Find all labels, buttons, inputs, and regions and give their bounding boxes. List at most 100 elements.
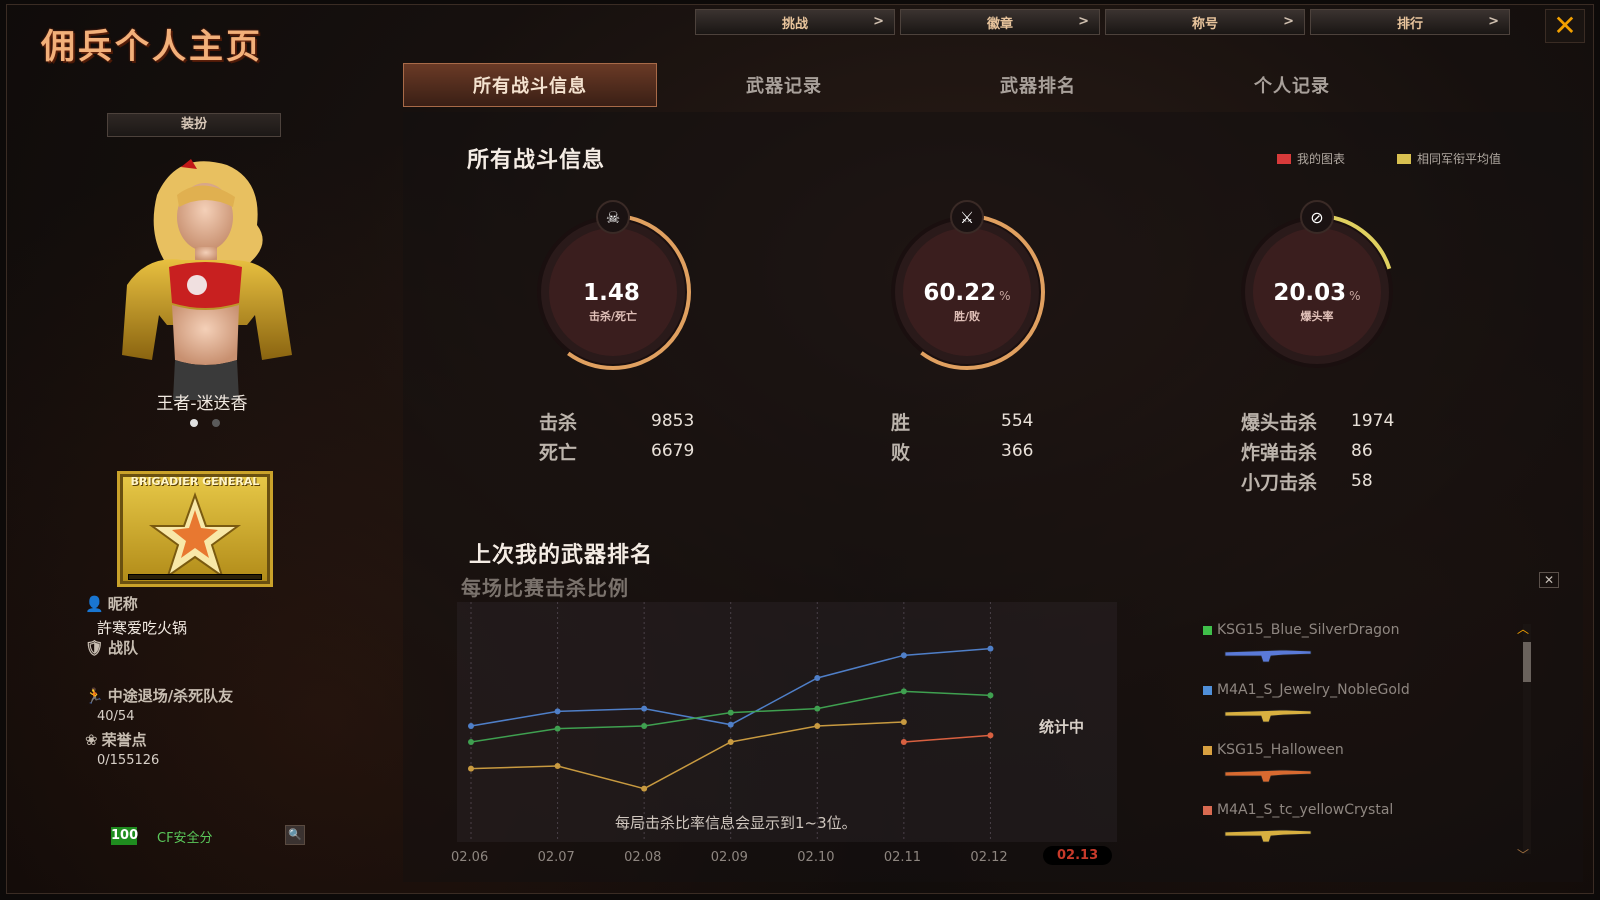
weapon-list-item[interactable]: KSG15_Blue_SilverDragon [1203, 622, 1399, 638]
gauge-value: 20.03% [1237, 280, 1397, 306]
data-point[interactable] [554, 763, 561, 769]
x-tick-label[interactable]: 02.12 [970, 850, 1007, 865]
data-point[interactable] [814, 723, 821, 729]
nickname-value: 許寒爱吃火锅 [97, 619, 188, 637]
data-point[interactable] [900, 652, 907, 659]
weapon-gun-icon [1224, 769, 1312, 783]
gauge-value: 1.48 [533, 280, 693, 306]
x-tick-label[interactable]: 02.06 [451, 850, 488, 865]
data-point[interactable] [641, 705, 648, 712]
legend-swatch [1397, 153, 1411, 164]
x-tick-label[interactable]: 02.09 [711, 850, 748, 865]
lose-label: 败 [891, 442, 911, 464]
x-tick-label[interactable]: 02.10 [797, 850, 834, 865]
legend-average: 相同军衔平均值 [1397, 150, 1501, 167]
data-point[interactable] [900, 719, 907, 725]
tab-personal-records[interactable]: 个人记录 [1165, 63, 1419, 107]
kill-value: 9853 [651, 411, 695, 431]
data-point[interactable] [900, 739, 907, 745]
weapon-ranking-subtitle: 每场比赛击杀比例 [461, 576, 629, 600]
chevron-right-icon: > [1283, 14, 1294, 29]
topnav-label: 挑战 [781, 16, 808, 32]
data-point[interactable] [814, 705, 821, 712]
x-tick-label[interactable]: 02.11 [884, 850, 921, 865]
weapon-name: KSG15_Halloween [1217, 742, 1344, 758]
weapon-gun-shape [1224, 709, 1312, 723]
topnav-badge[interactable]: 徽章 > [900, 9, 1100, 35]
character-name: 王者-迷迭香 [156, 394, 248, 414]
nickname-label-text: 昵称 [107, 595, 138, 613]
x-tick-label[interactable]: 02.13 [1043, 846, 1113, 865]
data-point[interactable] [468, 765, 474, 772]
scroll-up-icon[interactable]: ︿ [1517, 620, 1529, 637]
topnav-challenge[interactable]: 挑战 > [695, 9, 895, 35]
weapon-name: M4A1_S_Jewelry_NobleGold [1217, 682, 1410, 698]
close-button[interactable]: ✕ [1545, 9, 1585, 43]
data-point[interactable] [814, 675, 821, 681]
tab-weapon-ranking[interactable]: 武器排名 [911, 63, 1165, 107]
death-label: 死亡 [539, 442, 578, 464]
data-point[interactable] [468, 739, 474, 745]
x-tick-label[interactable]: 02.07 [538, 850, 575, 865]
data-point[interactable] [468, 723, 474, 729]
honor-icon: ❀ [85, 730, 98, 749]
data-point[interactable] [987, 645, 994, 652]
rank-title: BRIGADIER GENERAL [130, 475, 260, 488]
legend-swatch [1277, 153, 1291, 164]
gauge-value: 60.22% [887, 280, 1047, 306]
weapon-name: M4A1_S_tc_yellowCrystal [1217, 802, 1394, 818]
data-point[interactable] [641, 723, 648, 729]
x-tick-label[interactable]: 02.08 [624, 850, 661, 865]
close-icon[interactable]: ✕ [1539, 572, 1559, 588]
data-point[interactable] [641, 785, 648, 792]
topnav-label: 称号 [1191, 16, 1218, 32]
data-point[interactable] [987, 692, 994, 699]
kill-ratio-chart [457, 602, 1117, 842]
skull-icon: ☠ [596, 200, 630, 234]
counting-label: 统计中 [1039, 718, 1085, 736]
data-point[interactable] [900, 688, 907, 695]
safety-score: 100 [111, 827, 139, 845]
data-point[interactable] [727, 709, 734, 716]
weapon-list-item[interactable]: M4A1_S_tc_yellowCrystal [1203, 802, 1393, 818]
kill-label: 击杀 [539, 412, 578, 434]
honor-label: ❀ 荣誉点 [85, 729, 147, 750]
data-point[interactable] [727, 721, 734, 728]
character-avatar[interactable] [87, 155, 327, 400]
legend-mine-label: 我的图表 [1297, 152, 1346, 166]
bomb-value: 86 [1351, 441, 1373, 461]
topnav-ranking[interactable]: 排行 > [1310, 9, 1510, 35]
rank-badge: BRIGADIER GENERAL [117, 471, 273, 587]
topnav-label: 排行 [1396, 16, 1423, 32]
weapon-list-item[interactable]: KSG15_Halloween [1203, 742, 1344, 758]
weapon-ranking-title: 上次我的武器排名 [469, 543, 654, 568]
carousel-dot-active[interactable] [190, 419, 198, 427]
topnav-title[interactable]: 称号 > [1105, 9, 1305, 35]
gauge-label: 击杀/死亡 [588, 310, 638, 323]
data-point[interactable] [554, 708, 561, 715]
gauge-label: 胜/败 [953, 310, 981, 323]
running-icon: 🏃 [85, 686, 104, 705]
scroll-down-icon[interactable]: ﹀ [1517, 846, 1529, 863]
search-button[interactable]: 🔍 [285, 825, 305, 845]
chevron-right-icon: > [873, 14, 884, 29]
tab-all-battle-info[interactable]: 所有战斗信息 [403, 63, 657, 107]
scrollbar-thumb[interactable] [1523, 642, 1531, 682]
safety-label: CF安全分 [157, 831, 213, 846]
equip-button[interactable]: 装扮 [107, 113, 281, 137]
legend-avg-label: 相同军衔平均值 [1417, 152, 1502, 166]
data-point[interactable] [554, 725, 561, 732]
window: 佣兵个人主页 挑战 > 徽章 > 称号 > 排行 > ✕ 所有战斗信息 武器记录 武器排… [6, 4, 1594, 894]
gauge-win-rate: ⚔ 60.22% 胜/败 [887, 200, 1047, 372]
gauge-number: 20.03 [1273, 280, 1347, 306]
app-title: 佣兵个人主页 [41, 27, 263, 67]
weapon-list-item[interactable]: M4A1_S_Jewelry_NobleGold [1203, 682, 1410, 698]
data-point[interactable] [987, 732, 994, 739]
star-icon [148, 492, 242, 579]
scrollbar[interactable]: ︿ ﹀ [1517, 622, 1531, 862]
chart-note: 每局击杀比率信息会显示到1~3位。 [615, 814, 857, 832]
data-point[interactable] [727, 739, 734, 745]
profile-sidebar: 装扮 王者-迷迭香 BRIGADIER GENERAL 👤 昵称 許寒爱吃火锅 … [7, 105, 402, 893]
carousel-dot[interactable] [212, 419, 220, 427]
tab-weapon-records[interactable]: 武器记录 [657, 63, 911, 107]
